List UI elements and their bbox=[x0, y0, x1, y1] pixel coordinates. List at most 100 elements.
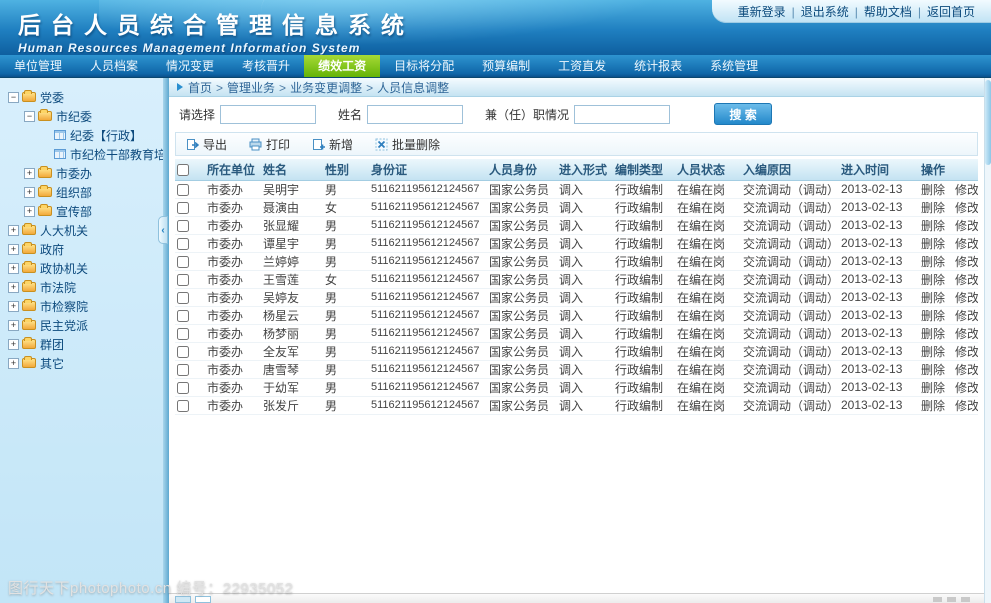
row-checkbox[interactable] bbox=[177, 274, 189, 286]
tree-item-2[interactable]: −市纪委 bbox=[0, 107, 163, 125]
menu-item-3[interactable]: 情况变更 bbox=[152, 55, 228, 77]
row-checkbox[interactable] bbox=[177, 238, 189, 250]
tree-item-12[interactable]: +市检察院 bbox=[0, 297, 163, 315]
delete-link[interactable]: 删除 bbox=[921, 363, 945, 377]
column-header-4[interactable]: 身份证 bbox=[369, 159, 487, 180]
expand-toggle-icon[interactable]: + bbox=[8, 358, 19, 369]
expand-toggle-icon[interactable]: + bbox=[24, 206, 35, 217]
scrollbar-thumb[interactable] bbox=[985, 80, 991, 165]
add-button[interactable]: 新增 bbox=[312, 136, 353, 153]
menu-item-1[interactable]: 单位管理 bbox=[0, 55, 76, 77]
edit-link[interactable]: 修改 bbox=[955, 309, 978, 323]
breadcrumb-item-2[interactable]: 管理业务 bbox=[227, 81, 275, 95]
edit-link[interactable]: 修改 bbox=[955, 345, 978, 359]
delete-link[interactable]: 删除 bbox=[921, 345, 945, 359]
breadcrumb-item-1[interactable]: 首页 bbox=[188, 81, 212, 95]
menu-item-4[interactable]: 考核晋升 bbox=[228, 55, 304, 77]
tree-item-7[interactable]: +宣传部 bbox=[0, 202, 163, 220]
select-all-checkbox[interactable] bbox=[177, 164, 189, 176]
edit-link[interactable]: 修改 bbox=[955, 273, 978, 287]
row-checkbox[interactable] bbox=[177, 400, 189, 412]
expand-toggle-icon[interactable]: + bbox=[24, 187, 35, 198]
collapse-toggle-icon[interactable]: − bbox=[24, 111, 35, 122]
name-filter-input[interactable] bbox=[367, 105, 463, 124]
delete-link[interactable]: 删除 bbox=[921, 327, 945, 341]
row-checkbox[interactable] bbox=[177, 202, 189, 214]
top-link-1[interactable]: 重新登录 bbox=[732, 3, 792, 20]
batch-delete-button[interactable]: 批量删除 bbox=[375, 136, 440, 153]
row-checkbox[interactable] bbox=[177, 292, 189, 304]
tree-item-14[interactable]: +群团 bbox=[0, 335, 163, 353]
row-checkbox[interactable] bbox=[177, 220, 189, 232]
delete-link[interactable]: 删除 bbox=[921, 237, 945, 251]
page-input-box[interactable] bbox=[195, 596, 211, 603]
edit-link[interactable]: 修改 bbox=[955, 183, 978, 197]
row-checkbox[interactable] bbox=[177, 328, 189, 340]
delete-link[interactable]: 删除 bbox=[921, 273, 945, 287]
edit-link[interactable]: 修改 bbox=[955, 237, 978, 251]
edit-link[interactable]: 修改 bbox=[955, 399, 978, 413]
column-header-8[interactable]: 人员状态 bbox=[675, 159, 741, 180]
menu-item-9[interactable]: 统计报表 bbox=[620, 55, 696, 77]
column-header-1[interactable]: 所在单位 bbox=[205, 159, 261, 180]
delete-link[interactable]: 删除 bbox=[921, 381, 945, 395]
search-button[interactable]: 搜 索 bbox=[714, 103, 772, 125]
job-filter-input[interactable] bbox=[574, 105, 670, 124]
breadcrumb-item-4[interactable]: 人员信息调整 bbox=[377, 81, 449, 95]
column-header-7[interactable]: 编制类型 bbox=[613, 159, 675, 180]
menu-item-8[interactable]: 工资直发 bbox=[544, 55, 620, 77]
edit-link[interactable]: 修改 bbox=[955, 363, 978, 377]
menu-item-5[interactable]: 绩效工资 bbox=[304, 55, 380, 77]
edit-link[interactable]: 修改 bbox=[955, 291, 978, 305]
expand-toggle-icon[interactable]: + bbox=[8, 225, 19, 236]
delete-link[interactable]: 删除 bbox=[921, 183, 945, 197]
row-checkbox[interactable] bbox=[177, 364, 189, 376]
expand-toggle-icon[interactable]: + bbox=[8, 263, 19, 274]
top-link-4[interactable]: 返回首页 bbox=[921, 3, 981, 20]
row-checkbox[interactable] bbox=[177, 256, 189, 268]
expand-toggle-icon[interactable]: + bbox=[24, 168, 35, 179]
pagination-control[interactable] bbox=[961, 597, 970, 602]
row-checkbox[interactable] bbox=[177, 346, 189, 358]
column-header-5[interactable]: 人员身份 bbox=[487, 159, 557, 180]
delete-link[interactable]: 删除 bbox=[921, 201, 945, 215]
delete-link[interactable]: 删除 bbox=[921, 291, 945, 305]
print-button[interactable]: 打印 bbox=[249, 136, 290, 153]
edit-link[interactable]: 修改 bbox=[955, 381, 978, 395]
column-header-3[interactable]: 性别 bbox=[323, 159, 369, 180]
menu-item-7[interactable]: 预算编制 bbox=[468, 55, 544, 77]
top-link-3[interactable]: 帮助文档 bbox=[858, 3, 918, 20]
column-header-6[interactable]: 进入形式 bbox=[557, 159, 613, 180]
tree-item-5[interactable]: +市委办 bbox=[0, 164, 163, 182]
tree-item-15[interactable]: +其它 bbox=[0, 354, 163, 372]
edit-link[interactable]: 修改 bbox=[955, 327, 978, 341]
sidebar-collapse-handle[interactable]: ‹ bbox=[158, 216, 168, 244]
expand-toggle-icon[interactable]: + bbox=[8, 339, 19, 350]
breadcrumb-item-3[interactable]: 业务变更调整 bbox=[290, 81, 362, 95]
tree-item-1[interactable]: −党委 bbox=[0, 88, 163, 106]
column-header-2[interactable]: 姓名 bbox=[261, 159, 323, 180]
expand-toggle-icon[interactable]: + bbox=[8, 301, 19, 312]
export-button[interactable]: 导出 bbox=[186, 136, 227, 153]
page-size-box[interactable] bbox=[175, 596, 191, 603]
delete-link[interactable]: 删除 bbox=[921, 255, 945, 269]
row-checkbox[interactable] bbox=[177, 184, 189, 196]
pagination-control[interactable] bbox=[947, 597, 956, 602]
delete-link[interactable]: 删除 bbox=[921, 399, 945, 413]
delete-link[interactable]: 删除 bbox=[921, 219, 945, 233]
tree-item-10[interactable]: +政协机关 bbox=[0, 259, 163, 277]
row-checkbox[interactable] bbox=[177, 310, 189, 322]
tree-item-4[interactable]: 市纪检干部教育培训中心 bbox=[0, 145, 163, 163]
tree-item-13[interactable]: +民主党派 bbox=[0, 316, 163, 334]
tree-item-8[interactable]: +人大机关 bbox=[0, 221, 163, 239]
expand-toggle-icon[interactable]: + bbox=[8, 320, 19, 331]
edit-link[interactable]: 修改 bbox=[955, 255, 978, 269]
column-header-11[interactable]: 操作 bbox=[919, 159, 978, 180]
column-header-10[interactable]: 进入时间 bbox=[839, 159, 919, 180]
delete-link[interactable]: 删除 bbox=[921, 309, 945, 323]
vertical-scrollbar[interactable] bbox=[984, 78, 991, 603]
edit-link[interactable]: 修改 bbox=[955, 219, 978, 233]
tree-item-6[interactable]: +组织部 bbox=[0, 183, 163, 201]
collapse-toggle-icon[interactable]: − bbox=[8, 92, 19, 103]
column-header-9[interactable]: 入编原因 bbox=[741, 159, 839, 180]
